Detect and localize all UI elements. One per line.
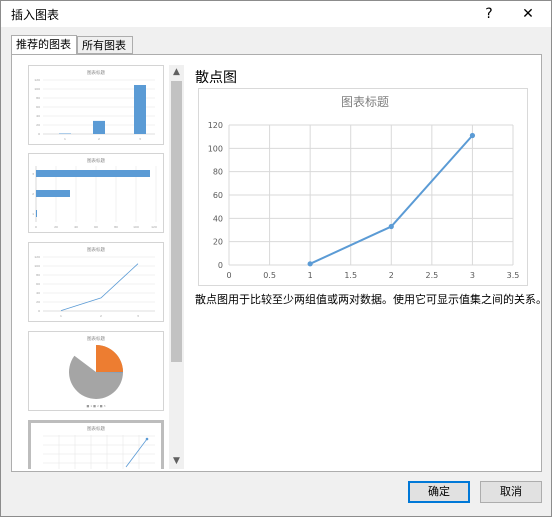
bar bbox=[36, 170, 150, 177]
y-tick-label: 20 bbox=[213, 238, 223, 247]
tick-label: 120 bbox=[151, 225, 157, 229]
series-line bbox=[60, 263, 139, 311]
tick-label: 40 bbox=[36, 114, 40, 118]
data-point bbox=[469, 132, 476, 139]
x-tick-label: 2 bbox=[389, 271, 394, 280]
tick-label: 80 bbox=[36, 96, 40, 100]
thumbnail-clustered-column[interactable]: 图表标题 120 100 80 60 40 20 0 1 2 3 bbox=[28, 65, 164, 145]
scroll-up-arrow-icon[interactable]: ▲ bbox=[169, 65, 184, 80]
x-tick-label: 3.5 bbox=[507, 271, 520, 280]
tick-label: 3 bbox=[137, 314, 139, 318]
dialog-title: 插入图表 bbox=[11, 8, 60, 22]
tick-label: 60 bbox=[36, 105, 40, 109]
tick-label: 120 bbox=[34, 255, 40, 259]
tab-panel: 图表标题 120 100 80 60 40 20 0 1 2 3 图表标题 3 … bbox=[11, 54, 547, 472]
tick-label: 2 bbox=[98, 137, 100, 141]
tick-label: 1 bbox=[64, 137, 66, 141]
data-point bbox=[307, 261, 313, 267]
tick-label: 3 bbox=[139, 137, 141, 141]
title-bar: 插入图表 ? ✕ bbox=[1, 1, 551, 27]
scrollbar-thumb[interactable] bbox=[171, 81, 182, 362]
bar bbox=[36, 210, 37, 217]
x-tick-label: 0.5 bbox=[263, 271, 276, 280]
bar bbox=[93, 120, 105, 134]
x-tick-label: 2.5 bbox=[425, 271, 438, 280]
tick-label: 20 bbox=[36, 123, 40, 127]
y-tick-label: 100 bbox=[208, 144, 223, 153]
thumbnail-scatter[interactable]: 图表标题 bbox=[28, 420, 164, 469]
tick-label: 20 bbox=[36, 300, 40, 304]
y-tick-label: 0 bbox=[218, 261, 223, 270]
chart-type-heading: 散点图 bbox=[195, 70, 237, 86]
y-tick-label: 120 bbox=[208, 121, 223, 130]
bar bbox=[134, 85, 146, 134]
tick-label: 20 bbox=[54, 225, 58, 229]
x-tick-label: 0 bbox=[226, 271, 231, 280]
thumbnail-clustered-bar[interactable]: 图表标题 3 2 1 0 20 40 60 80 100 120 bbox=[28, 153, 164, 233]
tick-label: 1 bbox=[32, 212, 34, 216]
chart-description: 散点图用于比较至少两组值或两对数据。使用它可显示值集之间的关系。 bbox=[195, 293, 547, 306]
tick-label: 100 bbox=[34, 264, 40, 268]
cancel-button[interactable]: 取消 bbox=[480, 481, 542, 503]
thumbnail-scatter-chart: 图表标题 bbox=[43, 425, 155, 469]
thumbnail-list: 图表标题 120 100 80 60 40 20 0 1 2 3 图表标题 3 … bbox=[26, 65, 166, 469]
tab-all-charts[interactable]: 所有图表 bbox=[77, 36, 133, 54]
x-tick-label: 1 bbox=[308, 271, 313, 280]
scroll-down-arrow-icon[interactable]: ▼ bbox=[169, 454, 184, 469]
tick-label: 0 bbox=[38, 132, 40, 136]
tick-label: 100 bbox=[133, 225, 139, 229]
tick-label: 80 bbox=[114, 225, 118, 229]
chart-title: 图表标题 bbox=[341, 95, 389, 109]
tick-label: 100 bbox=[34, 87, 40, 91]
tick-label: 0 bbox=[35, 225, 37, 229]
help-button[interactable]: ? bbox=[477, 3, 501, 25]
tick-label: 2 bbox=[100, 314, 102, 318]
tick-label: 40 bbox=[74, 225, 78, 229]
scatter-chart: 图表标题 0 20 40 60 80 100 120 0 0.5 1 1.5 2 2.5 3 3.5 bbox=[208, 95, 520, 280]
tab-recommended-charts[interactable]: 推荐的图表 bbox=[11, 35, 77, 55]
tick-label: 3 bbox=[32, 172, 34, 176]
thumbnail-title: 图表标题 bbox=[87, 157, 105, 164]
thumbnail-line[interactable]: 图表标题 120 100 80 60 40 20 0 1 2 3 bbox=[28, 242, 164, 322]
tick-label: 60 bbox=[94, 225, 98, 229]
thumbnail-title: 图表标题 bbox=[87, 69, 105, 76]
pie-legend: ■ 1 ■ 2 ■ 3 bbox=[87, 404, 106, 408]
tick-label: 2 bbox=[32, 192, 34, 196]
thumbnail-line-chart: 图表标题 120 100 80 60 40 20 0 1 2 3 bbox=[34, 246, 155, 318]
thumbnail-title: 图表标题 bbox=[87, 425, 105, 432]
x-tick-label: 3 bbox=[470, 271, 475, 280]
ok-button[interactable]: 确定 bbox=[408, 481, 470, 503]
thumbnail-title: 图表标题 bbox=[87, 335, 105, 342]
insert-chart-dialog: 插入图表 ? ✕ 推荐的图表 所有图表 图表标题 120 100 80 60 4… bbox=[0, 0, 552, 517]
thumbnail-title: 图表标题 bbox=[87, 246, 105, 253]
bar bbox=[36, 190, 70, 197]
thumbnail-column-chart: 图表标题 120 100 80 60 40 20 0 1 2 3 bbox=[34, 69, 155, 141]
data-point bbox=[145, 437, 149, 441]
chart-preview: 图表标题 0 20 40 60 80 100 120 0 0.5 1 1.5 2 2.5 3 3.5 bbox=[198, 88, 528, 286]
y-tick-label: 40 bbox=[213, 214, 223, 223]
pie-slice bbox=[96, 345, 123, 372]
tick-label: 1 bbox=[60, 314, 62, 318]
y-tick-label: 80 bbox=[213, 168, 223, 177]
tick-label: 40 bbox=[36, 291, 40, 295]
thumbnail-bar-chart: 图表标题 3 2 1 0 20 40 60 80 100 120 bbox=[32, 157, 157, 229]
tick-label: 120 bbox=[34, 78, 40, 82]
thumbnail-scrollbar[interactable]: ▲ ▼ bbox=[169, 65, 184, 469]
tick-label: 0 bbox=[38, 309, 40, 313]
bar bbox=[59, 133, 71, 134]
thumbnail-pie[interactable]: 图表标题 ■ 1 ■ 2 ■ 3 bbox=[28, 331, 164, 411]
thumbnail-pie-chart: 图表标题 ■ 1 ■ 2 ■ 3 bbox=[69, 335, 124, 408]
x-tick-label: 1.5 bbox=[344, 271, 357, 280]
tick-label: 60 bbox=[36, 282, 40, 286]
data-point bbox=[388, 223, 394, 230]
close-button[interactable]: ✕ bbox=[516, 3, 540, 25]
tick-label: 80 bbox=[36, 273, 40, 277]
y-tick-label: 60 bbox=[213, 191, 223, 200]
